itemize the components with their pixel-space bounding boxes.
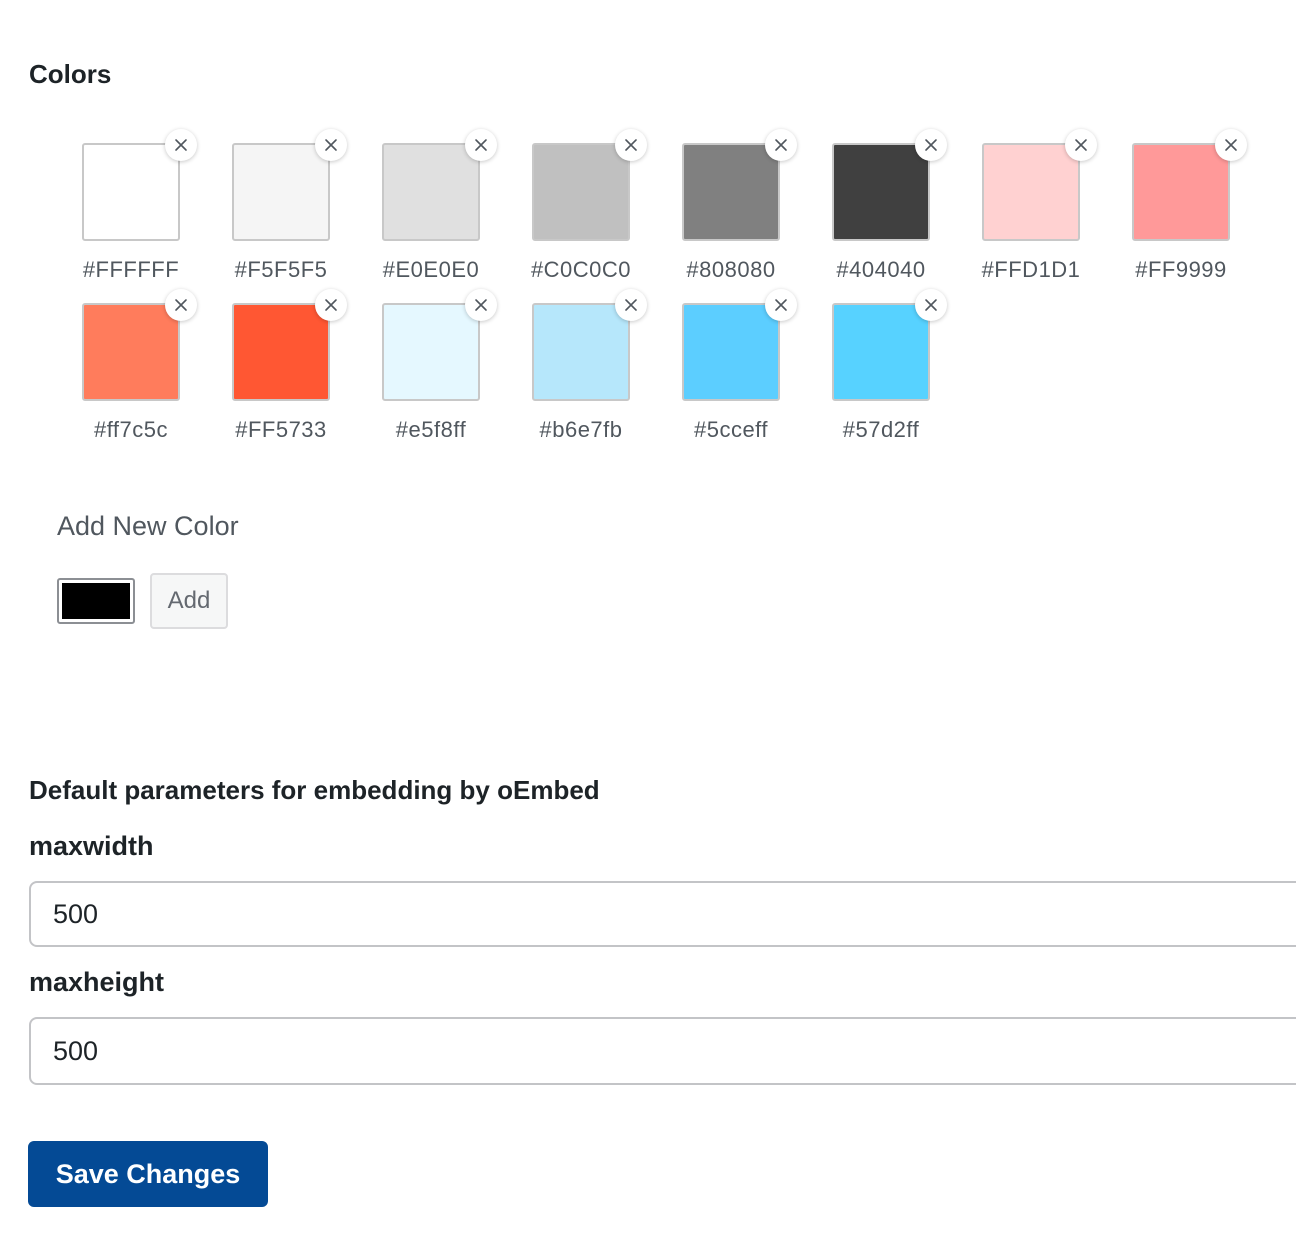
color-swatch-label: #e5f8ff	[395, 417, 467, 442]
color-swatch-label: #C0C0C0	[530, 257, 632, 282]
color-swatch-item: #FFD1D1	[929, 129, 1097, 282]
color-swatch[interactable]	[232, 143, 330, 241]
maxwidth-label: maxwidth	[29, 831, 154, 861]
color-swatch-label: #FFFFFF	[82, 257, 180, 282]
color-swatch[interactable]	[832, 303, 930, 401]
color-swatch[interactable]	[382, 303, 480, 401]
color-picker-input[interactable]	[57, 578, 135, 624]
color-swatch-label: #E0E0E0	[382, 257, 480, 282]
color-swatch-item: #FFFFFF	[29, 129, 197, 282]
oembed-section-title: Default parameters for embedding by oEmb…	[29, 775, 600, 805]
color-swatch[interactable]	[382, 143, 480, 241]
color-swatch-item: #FF9999	[1079, 129, 1247, 282]
color-swatch[interactable]	[982, 143, 1080, 241]
colors-section-title: Colors	[29, 59, 112, 89]
color-swatch-label: #5cceff	[693, 417, 769, 442]
color-swatch[interactable]	[682, 303, 780, 401]
color-picker-fill	[62, 583, 130, 619]
color-swatch-item: #5cceff	[629, 289, 797, 442]
color-swatch-item: #404040	[779, 129, 947, 282]
color-swatch-item: #b6e7fb	[479, 289, 647, 442]
color-swatch-label: #FFD1D1	[981, 257, 1081, 282]
close-icon	[1224, 138, 1238, 152]
save-changes-button[interactable]: Save Changes	[28, 1141, 268, 1207]
color-swatch[interactable]	[532, 303, 630, 401]
color-swatch-label: #808080	[686, 257, 776, 282]
color-swatch-label: #b6e7fb	[539, 417, 623, 442]
color-swatch[interactable]	[682, 143, 780, 241]
color-swatch-item: #C0C0C0	[479, 129, 647, 282]
color-swatch[interactable]	[832, 143, 930, 241]
color-swatch-item: #e5f8ff	[329, 289, 497, 442]
color-swatch-item: #808080	[629, 129, 797, 282]
color-swatch-label: #FF5733	[235, 417, 327, 442]
close-icon	[924, 298, 938, 312]
remove-color-button[interactable]	[915, 289, 947, 321]
color-swatch[interactable]	[1132, 143, 1230, 241]
maxwidth-input[interactable]	[29, 881, 1296, 947]
color-swatch-label: #404040	[836, 257, 926, 282]
color-swatch[interactable]	[82, 143, 180, 241]
color-swatch-item: #FF5733	[179, 289, 347, 442]
color-swatch[interactable]	[532, 143, 630, 241]
color-swatch-item: #F5F5F5	[179, 129, 347, 282]
remove-color-button[interactable]	[1215, 129, 1247, 161]
color-swatch[interactable]	[82, 303, 180, 401]
color-swatch-label: #ff7c5c	[93, 417, 169, 442]
color-swatch-label: #FF9999	[1135, 257, 1227, 282]
maxheight-label: maxheight	[29, 967, 165, 997]
color-swatch-label: #57d2ff	[842, 417, 920, 442]
color-swatch-item: #57d2ff	[779, 289, 947, 442]
add-color-button[interactable]: Add	[150, 573, 228, 629]
color-swatch[interactable]	[232, 303, 330, 401]
color-swatch-item: #ff7c5c	[29, 289, 197, 442]
maxheight-input[interactable]	[29, 1017, 1296, 1085]
color-swatch-label: #F5F5F5	[234, 257, 328, 282]
color-swatch-item: #E0E0E0	[329, 129, 497, 282]
add-new-color-title: Add New Color	[57, 511, 239, 541]
